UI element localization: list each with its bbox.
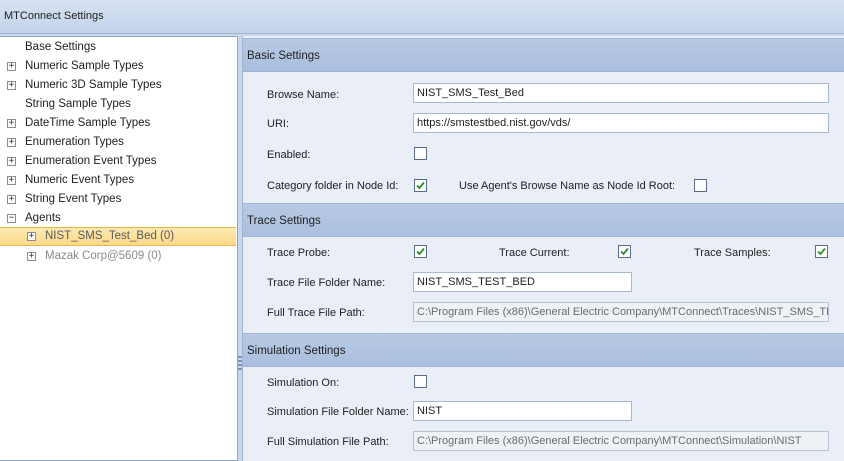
browse-name-label: Browse Name: <box>267 89 340 101</box>
tree-item-label: Numeric 3D Sample Types <box>25 79 162 91</box>
tree-item-agent-nist[interactable]: + NIST_SMS_Test_Bed (0) <box>0 227 236 246</box>
trace-current-label: Trace Current: <box>499 247 570 259</box>
trace-probe-checkbox[interactable] <box>414 245 427 258</box>
expand-icon[interactable]: + <box>7 176 16 185</box>
tree-item-string-event-types[interactable]: + String Event Types <box>0 190 236 209</box>
tree-item-label: Mazak Corp@5609 (0) <box>45 250 162 262</box>
section-title: Simulation Settings <box>247 345 346 357</box>
simulation-path-label: Full Simulation File Path: <box>267 436 389 448</box>
collapse-icon[interactable]: − <box>7 214 16 223</box>
browse-name-field[interactable]: NIST_SMS_Test_Bed <box>413 83 829 103</box>
tree-item-label: Base Settings <box>25 41 96 53</box>
trace-folder-field[interactable]: NIST_SMS_TEST_BED <box>413 272 632 292</box>
tree-item-string-sample-types[interactable]: String Sample Types <box>0 95 236 114</box>
expand-icon[interactable]: + <box>7 195 16 204</box>
uri-field[interactable]: https://smstestbed.nist.gov/vds/ <box>413 113 829 133</box>
category-folder-label: Category folder in Node Id: <box>267 180 399 192</box>
trace-current-checkbox[interactable] <box>618 245 631 258</box>
simulation-on-checkbox[interactable] <box>414 375 427 388</box>
tree-item-agent-mazak[interactable]: + Mazak Corp@5609 (0) <box>0 247 236 266</box>
category-folder-checkbox[interactable] <box>414 179 427 192</box>
expand-icon[interactable]: + <box>7 119 16 128</box>
title-bar: MTConnect Settings <box>0 0 844 34</box>
trace-probe-label: Trace Probe: <box>267 247 331 259</box>
tree-item-enumeration-types[interactable]: + Enumeration Types <box>0 133 236 152</box>
expand-icon[interactable]: + <box>7 138 16 147</box>
simulation-path-field: C:\Program Files (x86)\General Electric … <box>413 431 829 451</box>
expand-icon[interactable]: + <box>7 81 16 90</box>
use-agent-browse-name-checkbox[interactable] <box>694 179 707 192</box>
trace-path-label: Full Trace File Path: <box>267 307 365 319</box>
tree-item-label: DateTime Sample Types <box>25 117 151 129</box>
tree-item-label: Enumeration Event Types <box>25 155 157 167</box>
tree-item-datetime-sample-types[interactable]: + DateTime Sample Types <box>0 114 236 133</box>
tree-item-agents[interactable]: − Agents <box>0 209 236 228</box>
tree-item-label: NIST_SMS_Test_Bed (0) <box>45 230 175 242</box>
tree-item-numeric-sample-types[interactable]: + Numeric Sample Types <box>0 57 236 76</box>
tree-item-label: Numeric Sample Types <box>25 60 144 72</box>
simulation-folder-label: Simulation File Folder Name: <box>267 406 409 418</box>
tree-item-label: Numeric Event Types <box>25 174 135 186</box>
expand-icon[interactable]: + <box>7 62 16 71</box>
expand-icon[interactable]: + <box>27 252 36 261</box>
use-agent-browse-name-label: Use Agent's Browse Name as Node Id Root: <box>459 180 676 192</box>
tree-item-label: String Sample Types <box>25 98 131 110</box>
simulation-on-label: Simulation On: <box>267 377 340 389</box>
tree-item-label: Enumeration Types <box>25 136 124 148</box>
checkmark-icon <box>817 247 826 256</box>
window-title: MTConnect Settings <box>4 10 104 22</box>
simulation-settings-header[interactable]: Simulation Settings <box>243 333 844 367</box>
expand-icon[interactable]: + <box>27 232 36 241</box>
trace-settings-header[interactable]: Trace Settings <box>243 203 844 237</box>
tree-item-numeric-3d-sample-types[interactable]: + Numeric 3D Sample Types <box>0 76 236 95</box>
uri-label: URI: <box>267 118 289 130</box>
tree-item-enumeration-event-types[interactable]: + Enumeration Event Types <box>0 152 236 171</box>
tree-item-label: Agents <box>25 212 61 224</box>
tree-item-base-settings[interactable]: Base Settings <box>0 38 236 57</box>
section-title: Basic Settings <box>247 50 320 62</box>
checkmark-icon <box>416 181 425 190</box>
tree-item-label: String Event Types <box>25 193 122 205</box>
enabled-label: Enabled: <box>267 149 311 161</box>
trace-samples-checkbox[interactable] <box>815 245 828 258</box>
expand-icon[interactable]: + <box>7 157 16 166</box>
trace-folder-label: Trace File Folder Name: <box>267 277 386 289</box>
checkmark-icon <box>416 247 425 256</box>
settings-panel: Basic Settings Browse Name: NIST_SMS_Tes… <box>242 36 844 461</box>
checkmark-icon <box>620 247 629 256</box>
simulation-folder-field[interactable]: NIST <box>413 401 632 421</box>
tree-item-numeric-event-types[interactable]: + Numeric Event Types <box>0 171 236 190</box>
section-title: Trace Settings <box>247 215 321 227</box>
trace-path-field: C:\Program Files (x86)\General Electric … <box>413 302 829 322</box>
basic-settings-header[interactable]: Basic Settings <box>243 38 844 72</box>
enabled-checkbox[interactable] <box>414 147 427 160</box>
settings-tree[interactable]: Base Settings + Numeric Sample Types + N… <box>0 36 238 461</box>
trace-samples-label: Trace Samples: <box>694 247 771 259</box>
